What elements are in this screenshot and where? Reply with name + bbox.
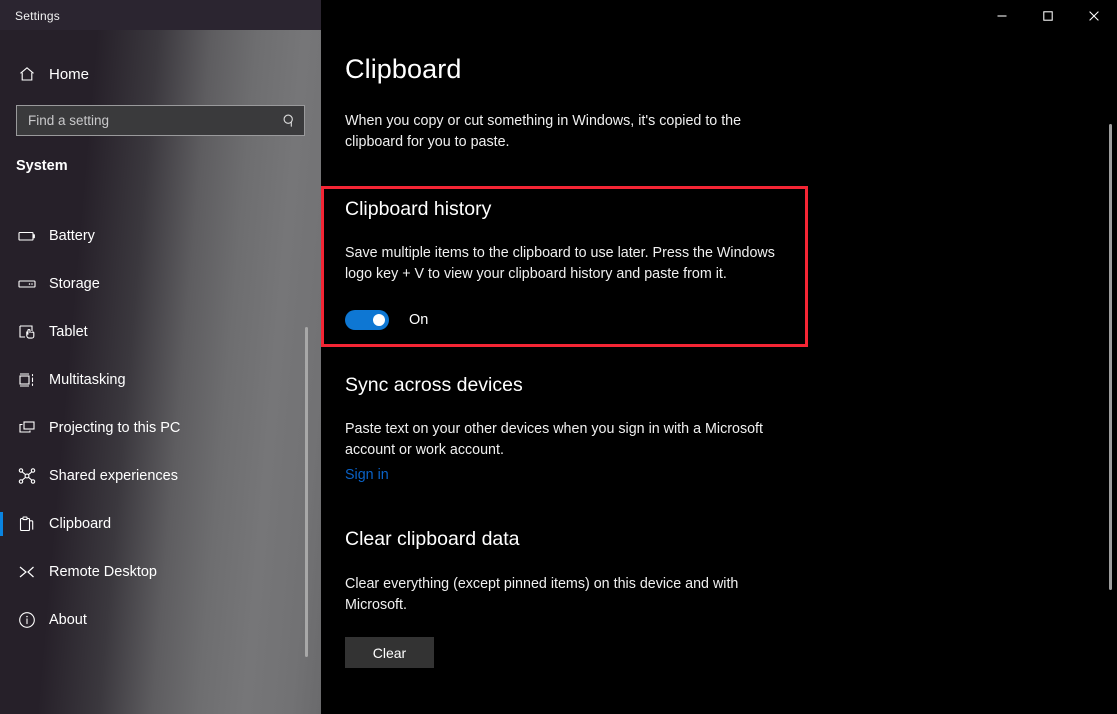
shared-icon [17, 466, 37, 486]
close-button[interactable] [1071, 0, 1117, 31]
sidebar-item-battery[interactable]: Battery [0, 219, 321, 253]
sidebar-item-label: Battery [49, 228, 95, 244]
sync-across-devices-description: Paste text on your other devices when yo… [345, 419, 797, 461]
sidebar-item-label: Remote Desktop [49, 564, 157, 580]
sidebar-item-tablet[interactable]: Tablet [0, 315, 321, 349]
page-title: Clipboard [345, 54, 461, 85]
clipboard-history-toggle-row: On [345, 310, 428, 330]
toggle-knob [373, 314, 385, 326]
clipboard-history-description: Save multiple items to the clipboard to … [345, 243, 797, 285]
info-icon [17, 610, 37, 630]
multitasking-icon [17, 370, 37, 390]
clear-clipboard-data-description: Clear everything (except pinned items) o… [345, 574, 777, 616]
main-scrollbar[interactable] [1109, 124, 1112, 590]
sidebar-item-home[interactable]: Home [0, 57, 321, 91]
selection-indicator [0, 512, 3, 536]
sidebar: Settings Home System [0, 0, 321, 714]
clipboard-history-toggle[interactable] [345, 310, 389, 330]
page-description: When you copy or cut something in Window… [345, 111, 777, 153]
sidebar-item-projecting[interactable]: Projecting to this PC [0, 411, 321, 445]
sidebar-section-label: System [16, 158, 68, 174]
sign-in-link[interactable]: Sign in [345, 467, 389, 483]
sidebar-item-label: Multitasking [49, 372, 126, 388]
sidebar-item-multitasking[interactable]: Multitasking [0, 363, 321, 397]
clipboard-icon [17, 514, 37, 534]
sidebar-scrollbar[interactable] [305, 327, 308, 657]
search-input[interactable] [17, 113, 274, 128]
home-icon [17, 64, 37, 84]
main-content: Clipboard When you copy or cut something… [321, 0, 1117, 714]
storage-icon [17, 274, 37, 294]
settings-window: Settings Home System [0, 0, 1117, 714]
battery-icon [17, 226, 37, 246]
clear-button[interactable]: Clear [345, 637, 434, 668]
search-box[interactable] [16, 105, 305, 136]
app-title: Settings [15, 9, 60, 23]
sidebar-item-remote-desktop[interactable]: Remote Desktop [0, 555, 321, 589]
sync-across-devices-title: Sync across devices [345, 374, 523, 397]
sidebar-item-label: About [49, 612, 87, 628]
toggle-state-label: On [409, 312, 428, 328]
sidebar-item-label: Tablet [49, 324, 88, 340]
sidebar-item-about[interactable]: About [0, 603, 321, 637]
sidebar-item-label: Shared experiences [49, 468, 178, 484]
tablet-icon [17, 322, 37, 342]
search-icon[interactable] [274, 113, 304, 128]
sidebar-item-storage[interactable]: Storage [0, 267, 321, 301]
sidebar-item-label: Projecting to this PC [49, 420, 180, 436]
sidebar-item-shared-experiences[interactable]: Shared experiences [0, 459, 321, 493]
sidebar-item-clipboard[interactable]: Clipboard [0, 507, 321, 541]
sidebar-item-label: Storage [49, 276, 100, 292]
sidebar-item-label: Clipboard [49, 516, 111, 532]
projecting-icon [17, 418, 37, 438]
remote-desktop-icon [17, 562, 37, 582]
clear-clipboard-data-title: Clear clipboard data [345, 528, 520, 551]
maximize-button[interactable] [1025, 0, 1071, 31]
sidebar-item-label: Home [49, 66, 89, 83]
window-controls [979, 0, 1117, 31]
clipboard-history-title: Clipboard history [345, 198, 491, 221]
minimize-button[interactable] [979, 0, 1025, 31]
